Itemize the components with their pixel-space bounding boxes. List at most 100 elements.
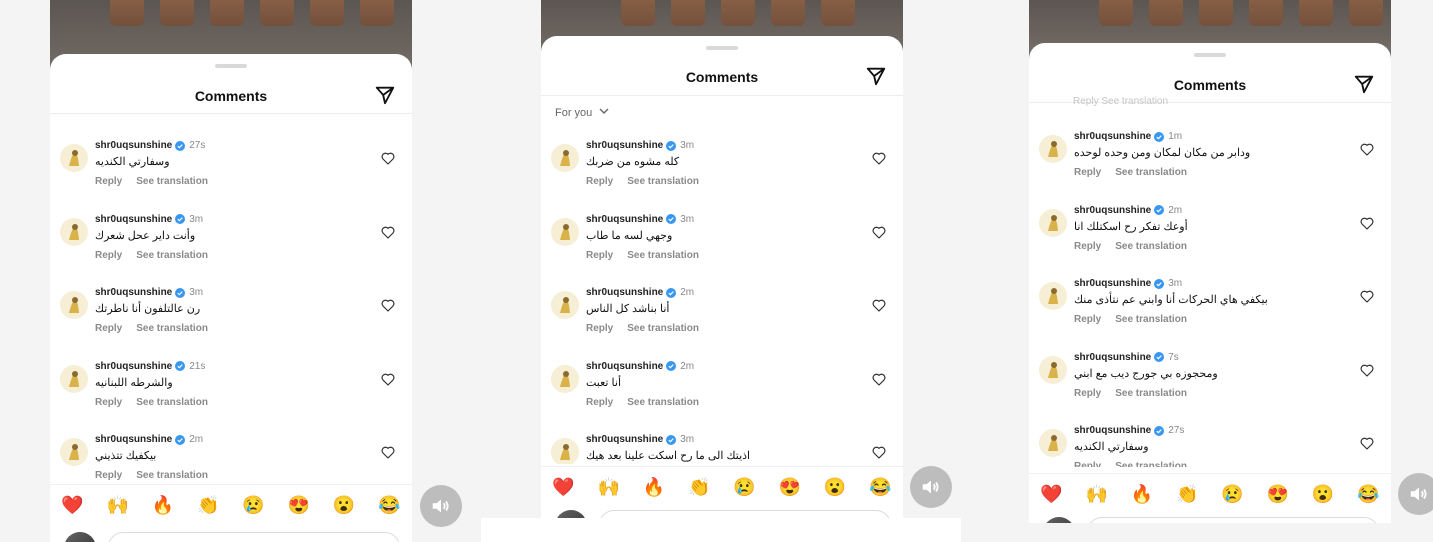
- reaction-emoji[interactable]: 👏: [1175, 485, 1199, 503]
- reaction-emoji[interactable]: 🙌: [1085, 485, 1109, 503]
- avatar[interactable]: [60, 364, 88, 393]
- comment-username[interactable]: shr0uqsunshine 3m: [95, 287, 203, 298]
- reaction-emoji[interactable]: 😍: [287, 496, 311, 514]
- reply-button[interactable]: Reply: [586, 250, 613, 261]
- comment-username[interactable]: shr0uqsunshine 27s: [1074, 425, 1184, 436]
- comment-username[interactable]: shr0uqsunshine 2m: [586, 361, 694, 372]
- comment-username[interactable]: shr0uqsunshine 3m: [1074, 278, 1182, 289]
- reaction-emoji[interactable]: ❤️: [61, 496, 85, 514]
- avatar[interactable]: [60, 144, 88, 172]
- comment-username[interactable]: shr0uqsunshine 21s: [95, 361, 205, 372]
- reply-button[interactable]: Reply: [1074, 388, 1101, 399]
- avatar[interactable]: [60, 438, 88, 466]
- reaction-emoji[interactable]: 🔥: [1130, 485, 1154, 503]
- reply-button[interactable]: Reply: [1074, 167, 1101, 178]
- paper-plane-icon[interactable]: [1353, 73, 1375, 95]
- reply-button[interactable]: Reply: [1074, 461, 1101, 467]
- see-translation-button[interactable]: See translation: [1115, 314, 1187, 325]
- sound-button[interactable]: [910, 466, 952, 508]
- avatar[interactable]: [551, 364, 579, 393]
- comment-username[interactable]: shr0uqsunshine 3m: [586, 434, 694, 445]
- comment-username[interactable]: shr0uqsunshine 2m: [95, 434, 203, 445]
- see-translation-button[interactable]: See translation: [627, 250, 699, 261]
- comment-username[interactable]: shr0uqsunshine 7s: [1074, 352, 1179, 363]
- see-translation-button[interactable]: See translation: [1115, 167, 1187, 178]
- comment-input[interactable]: [1087, 517, 1379, 523]
- reaction-emoji[interactable]: 🔥: [151, 496, 175, 514]
- reply-button[interactable]: Reply: [586, 323, 613, 334]
- heart-outline-icon[interactable]: [380, 150, 396, 166]
- avatar[interactable]: [1039, 135, 1067, 163]
- heart-outline-icon[interactable]: [380, 444, 396, 460]
- avatar[interactable]: [1039, 429, 1067, 457]
- username-text[interactable]: shr0uqsunshine: [586, 361, 663, 372]
- heart-outline-icon[interactable]: [1359, 141, 1375, 157]
- heart-outline-icon[interactable]: [1359, 362, 1375, 378]
- see-translation-button[interactable]: See translation: [136, 250, 208, 261]
- see-translation-button[interactable]: See translation: [136, 176, 208, 187]
- reply-button[interactable]: Reply: [95, 250, 122, 261]
- avatar[interactable]: [1039, 208, 1067, 237]
- comment-username[interactable]: shr0uqsunshine 3m: [586, 214, 694, 225]
- sound-button[interactable]: [1398, 473, 1433, 515]
- reaction-emoji[interactable]: 👏: [196, 496, 220, 514]
- reaction-emoji[interactable]: 😍: [778, 478, 802, 496]
- comment-input[interactable]: [108, 532, 400, 542]
- reply-button[interactable]: Reply: [95, 470, 122, 481]
- see-translation-button[interactable]: See translation: [1115, 388, 1187, 399]
- username-text[interactable]: shr0uqsunshine: [95, 140, 172, 151]
- avatar[interactable]: [551, 291, 579, 319]
- avatar[interactable]: [1039, 282, 1067, 310]
- reaction-emoji[interactable]: 👏: [687, 478, 711, 496]
- comment-username[interactable]: shr0uqsunshine 2m: [1074, 205, 1182, 216]
- reaction-emoji[interactable]: ❤️: [552, 478, 576, 496]
- sound-button[interactable]: [420, 485, 462, 527]
- comment-username[interactable]: shr0uqsunshine 3m: [95, 214, 203, 225]
- reaction-emoji[interactable]: 🙌: [106, 496, 130, 514]
- comment-list[interactable]: shr0uqsunshine 1m ودابر من مكان لمكان ومن …: [1029, 131, 1391, 467]
- reaction-emoji[interactable]: ❤️: [1040, 485, 1064, 503]
- comment-input[interactable]: [599, 510, 891, 518]
- heart-outline-icon[interactable]: [871, 297, 887, 313]
- paper-plane-icon[interactable]: [865, 65, 887, 87]
- reaction-emoji[interactable]: 😂: [377, 496, 401, 514]
- heart-outline-icon[interactable]: [871, 371, 887, 387]
- reaction-emoji[interactable]: 😢: [242, 496, 266, 514]
- reply-button[interactable]: Reply: [586, 176, 613, 187]
- username-text[interactable]: shr0uqsunshine: [586, 287, 663, 298]
- see-translation-button[interactable]: See translation: [1115, 241, 1187, 252]
- heart-outline-icon[interactable]: [380, 297, 396, 313]
- heart-outline-icon[interactable]: [1359, 435, 1375, 451]
- username-text[interactable]: shr0uqsunshine: [1074, 425, 1151, 436]
- see-translation-button[interactable]: See translation: [1115, 461, 1187, 467]
- heart-outline-icon[interactable]: [1359, 288, 1375, 304]
- reply-button[interactable]: Reply: [586, 397, 613, 408]
- reaction-emoji[interactable]: 😍: [1266, 485, 1290, 503]
- reply-button[interactable]: Reply: [1074, 314, 1101, 325]
- comment-list[interactable]: shr0uqsunshine 27s وسفارتي الكنديه Reply See…: [50, 140, 412, 482]
- avatar[interactable]: [60, 217, 88, 246]
- comment-username[interactable]: shr0uqsunshine 1m: [1074, 131, 1182, 142]
- avatar[interactable]: [1039, 355, 1067, 384]
- sheet-drag-handle[interactable]: [215, 64, 247, 68]
- see-translation-button[interactable]: See translation: [136, 397, 208, 408]
- reaction-emoji[interactable]: 😂: [868, 478, 892, 496]
- username-text[interactable]: shr0uqsunshine: [95, 214, 172, 225]
- username-text[interactable]: shr0uqsunshine: [95, 434, 172, 445]
- heart-outline-icon[interactable]: [380, 371, 396, 387]
- reply-button[interactable]: Reply: [95, 397, 122, 408]
- comment-username[interactable]: shr0uqsunshine 2m: [586, 287, 694, 298]
- username-text[interactable]: shr0uqsunshine: [586, 214, 663, 225]
- heart-outline-icon[interactable]: [871, 224, 887, 240]
- reaction-emoji[interactable]: 🔥: [642, 478, 666, 496]
- reaction-emoji[interactable]: 🙌: [597, 478, 621, 496]
- reaction-emoji[interactable]: 😮: [823, 478, 847, 496]
- avatar[interactable]: [551, 438, 579, 464]
- comment-username[interactable]: shr0uqsunshine 27s: [95, 140, 205, 151]
- username-text[interactable]: shr0uqsunshine: [1074, 278, 1151, 289]
- username-text[interactable]: shr0uqsunshine: [95, 361, 172, 372]
- username-text[interactable]: shr0uqsunshine: [1074, 131, 1151, 142]
- reaction-emoji[interactable]: 😮: [332, 496, 356, 514]
- avatar[interactable]: [60, 291, 88, 319]
- comment-filter-dropdown[interactable]: For you: [555, 106, 609, 119]
